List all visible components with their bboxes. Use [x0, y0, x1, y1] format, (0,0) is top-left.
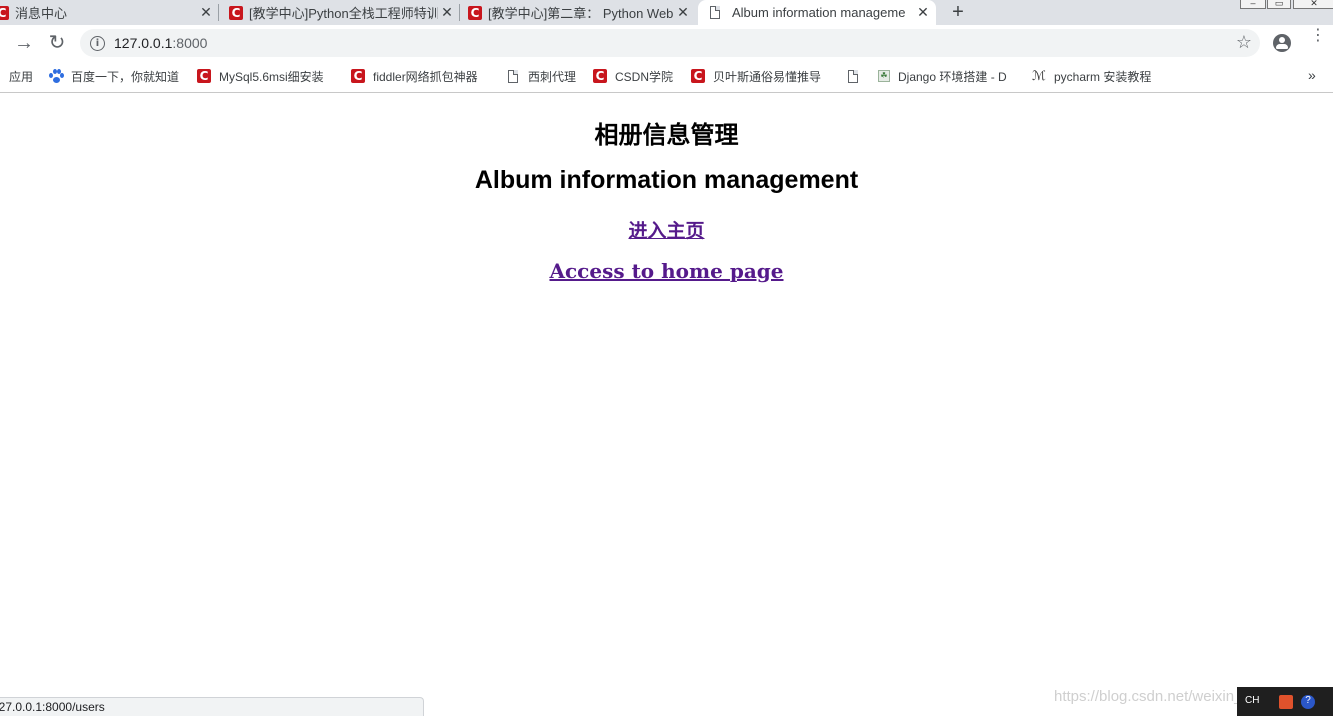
bookmark-fiddler[interactable]: C fiddler网络抓包神器: [351, 68, 491, 84]
close-icon[interactable]: ✕: [914, 4, 932, 21]
restore-button[interactable]: ▭: [1267, 0, 1291, 9]
bookmark-star-icon[interactable]: ☆: [1236, 32, 1252, 53]
bookmarks-overflow-icon[interactable]: »: [1308, 67, 1316, 83]
close-window-button[interactable]: ✕: [1293, 0, 1333, 9]
tab-python-course[interactable]: C [教学中心]Python全栈工程师特训 ✕: [229, 0, 456, 25]
url-text[interactable]: 127.0.0.1:8000: [114, 35, 207, 51]
forward-button[interactable]: →: [12, 31, 36, 55]
minimize-button[interactable]: –: [1240, 0, 1266, 9]
csdn-c-icon: C: [197, 69, 211, 83]
csdn-c-icon: C: [593, 69, 607, 83]
bookmark-label: CSDN学院: [615, 69, 674, 84]
profile-avatar-icon[interactable]: [1273, 34, 1291, 52]
tab-title: 消息中心: [15, 6, 68, 21]
browser-toolbar: → ↻ i 127.0.0.1:8000 ☆ ⋮: [0, 25, 1333, 61]
system-tray: CH ?: [1237, 687, 1333, 716]
baidu-icon: [49, 69, 64, 83]
pycharm-icon: ℳ: [1032, 68, 1046, 83]
tab-title: [教学中心]第二章： Python Web: [488, 6, 674, 21]
home-link-zh[interactable]: 进入主页: [628, 220, 704, 242]
bookmark-label: MySql5.6msi细安装: [219, 69, 324, 84]
close-icon[interactable]: ✕: [438, 4, 456, 21]
bookmark-pycharm[interactable]: ℳ pycharm 安装教程: [1032, 68, 1151, 84]
tray-app-icon[interactable]: [1279, 695, 1293, 709]
bookmark-label: Django 环境搭建 - D: [898, 69, 1007, 84]
tab-strip: C 消息中心 ✕ C [教学中心]Python全栈工程师特训 ✕ C [教学中心…: [0, 0, 1333, 25]
status-bubble: 127.0.0.1:8000/users: [0, 697, 424, 716]
new-tab-button[interactable]: +: [948, 0, 968, 25]
bookmark-baidu[interactable]: 百度一下，你就知道: [49, 68, 179, 84]
bookmark-label: 贝叶斯通俗易懂推导: [713, 69, 822, 84]
bookmark-label: pycharm 安装教程: [1054, 69, 1152, 84]
page-title-en: Album information management: [474, 166, 859, 194]
csdn-c-icon: C: [0, 5, 9, 20]
document-icon: [710, 6, 720, 19]
document-icon: [508, 69, 518, 83]
tab-separator: [218, 4, 219, 21]
bookmark-csdn-academy[interactable]: C CSDN学院: [593, 68, 673, 84]
bookmark-xici-proxy[interactable]: 西刺代理: [508, 68, 576, 84]
bookmark-untitled[interactable]: [848, 68, 858, 84]
bookmark-apps[interactable]: 应用: [9, 68, 33, 84]
bookmarks-bar: 应用 百度一下，你就知道 C MySql5.6msi细安装 C fiddler网…: [0, 61, 1333, 93]
status-url: 127.0.0.1:8000/users: [0, 700, 105, 714]
bookmark-label: 西刺代理: [528, 69, 577, 84]
home-link-en[interactable]: Access to home page: [549, 259, 783, 283]
tab-separator: [459, 4, 460, 21]
bookmark-bayes[interactable]: C 贝叶斯通俗易懂推导: [691, 68, 827, 84]
page-title-zh: 相册信息管理: [594, 121, 739, 149]
reload-button[interactable]: ↻: [45, 31, 69, 55]
tab-python-web[interactable]: C [教学中心]第二章： Python Web ✕: [468, 0, 692, 25]
csdn-c-icon: C: [468, 5, 482, 20]
bookmark-django[interactable]: ☘ Django 环境搭建 - D: [878, 68, 1014, 84]
home-link-zh-container: 进入主页: [0, 216, 1333, 243]
csdn-c-icon: C: [691, 69, 705, 83]
address-bar[interactable]: i 127.0.0.1:8000 ☆: [80, 29, 1260, 57]
tab-title: Album information manageme: [732, 5, 906, 20]
csdn-c-icon: C: [351, 69, 365, 83]
csdn-c-icon: C: [229, 5, 243, 20]
bookmark-mysql[interactable]: C MySql5.6msi细安装: [197, 68, 335, 84]
close-icon[interactable]: ✕: [674, 4, 692, 21]
home-link-en-container: Access to home page: [0, 259, 1333, 283]
close-icon[interactable]: ✕: [197, 4, 215, 21]
django-icon: ☘: [878, 70, 890, 82]
document-icon: [848, 69, 858, 83]
bookmark-label: fiddler网络抓包神器: [373, 69, 478, 84]
tab-message-center[interactable]: C 消息中心 ✕: [0, 0, 215, 25]
bookmark-label: 百度一下，你就知道: [71, 69, 180, 84]
tab-title: [教学中心]Python全栈工程师特训: [249, 6, 438, 21]
info-icon[interactable]: i: [90, 35, 105, 51]
ime-indicator[interactable]: CH: [1245, 695, 1259, 709]
help-icon[interactable]: ?: [1301, 695, 1315, 709]
bookmark-label: 应用: [9, 69, 34, 84]
tab-album-information[interactable]: Album information manageme ✕: [698, 0, 936, 25]
menu-icon[interactable]: ⋮: [1310, 28, 1326, 44]
